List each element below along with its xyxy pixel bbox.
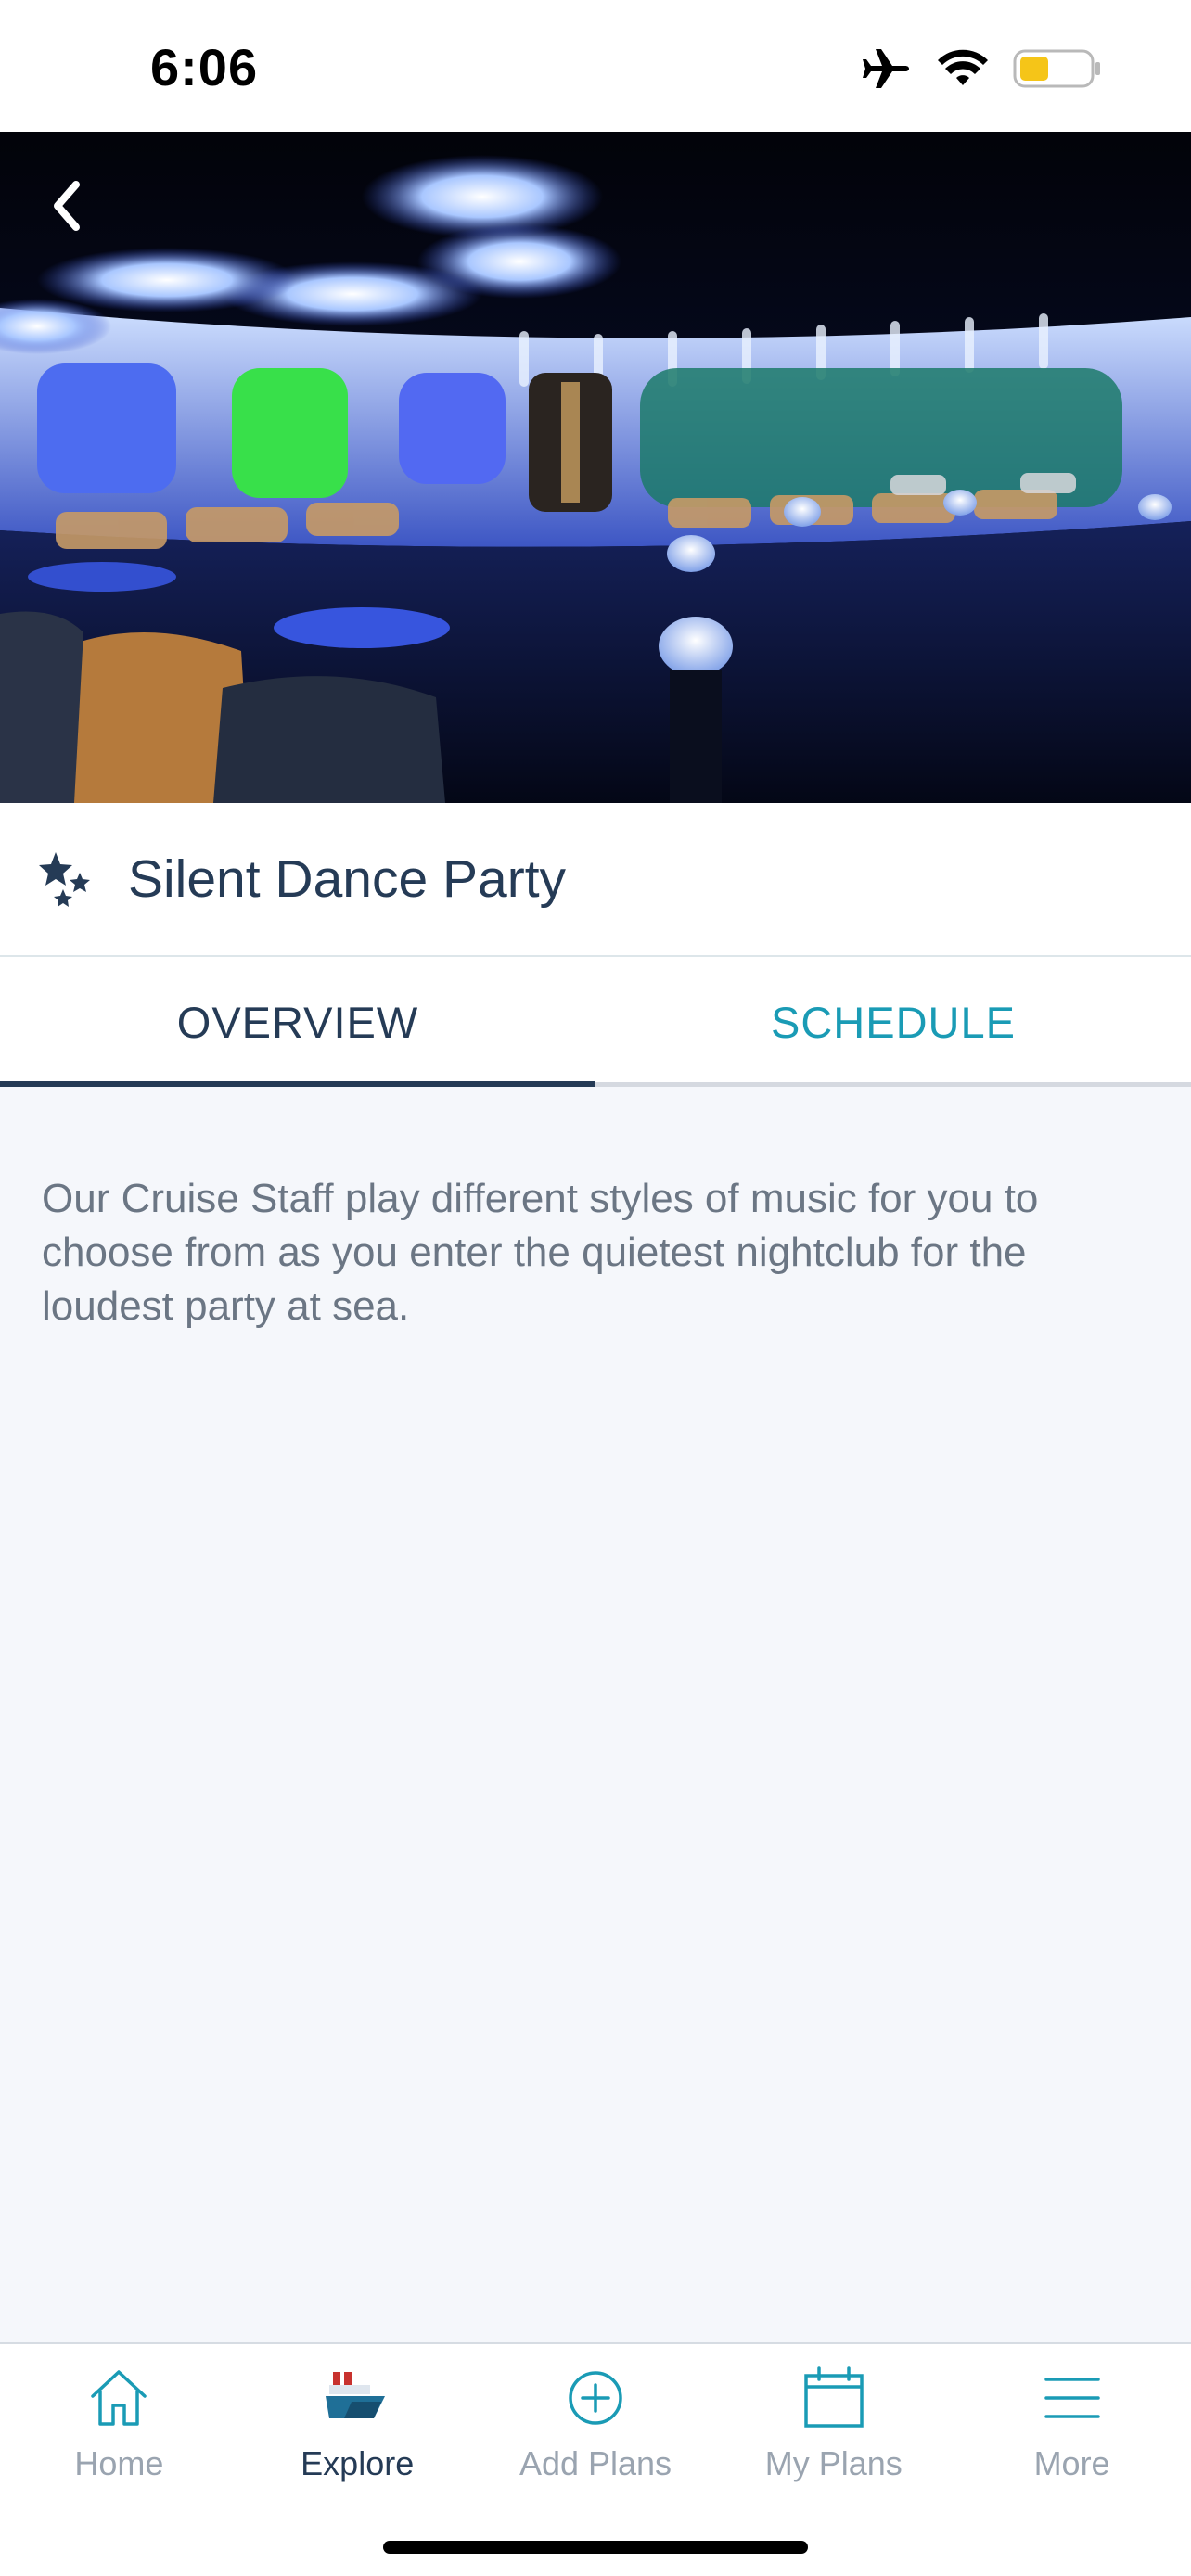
- title-row: Silent Dance Party: [0, 803, 1191, 957]
- status-bar: 6:06: [0, 0, 1191, 132]
- home-icon: [91, 2370, 147, 2426]
- home-indicator: [383, 2541, 808, 2554]
- tab-overview-label: OVERVIEW: [176, 997, 419, 1047]
- airplane-icon: [863, 49, 909, 88]
- tab-schedule[interactable]: SCHEDULE: [596, 957, 1191, 1087]
- nav-my-plans-label: My Plans: [764, 2444, 903, 2482]
- page-title: Silent Dance Party: [128, 849, 567, 909]
- nav-explore-label: Explore: [301, 2444, 415, 2482]
- tab-schedule-label: SCHEDULE: [771, 997, 1016, 1047]
- ship-icon: [326, 2372, 386, 2418]
- tab-overview[interactable]: OVERVIEW: [0, 957, 596, 1087]
- wifi-icon: [938, 49, 988, 85]
- plus-circle-icon: [569, 2371, 622, 2425]
- hero-image: [0, 132, 1191, 803]
- status-icons: [861, 46, 1102, 91]
- calendar-icon: [804, 2366, 864, 2428]
- nav-add-plans[interactable]: Add Plans: [477, 2344, 715, 2493]
- back-button[interactable]: [37, 167, 96, 245]
- nav-more[interactable]: More: [953, 2344, 1191, 2493]
- overview-content: Our Cruise Staff play different styles o…: [0, 1087, 1191, 2344]
- bottom-nav: Home Explore Add Plans My Plans More: [0, 2342, 1191, 2576]
- battery-icon: [1013, 49, 1100, 88]
- nav-home[interactable]: Home: [0, 2344, 238, 2493]
- stars-icon: [39, 852, 90, 907]
- tab-bar-top: OVERVIEW SCHEDULE: [0, 957, 1191, 1087]
- status-time: 6:06: [150, 38, 259, 96]
- nav-my-plans[interactable]: My Plans: [714, 2344, 953, 2493]
- menu-icon: [1044, 2378, 1100, 2418]
- nav-add-plans-label: Add Plans: [519, 2444, 672, 2482]
- nav-more-label: More: [1033, 2444, 1110, 2482]
- description-text: Our Cruise Staff play different styles o…: [42, 1176, 1039, 1329]
- chevron-left-icon: [54, 181, 80, 231]
- nav-home-label: Home: [74, 2444, 164, 2482]
- nav-explore[interactable]: Explore: [238, 2344, 477, 2493]
